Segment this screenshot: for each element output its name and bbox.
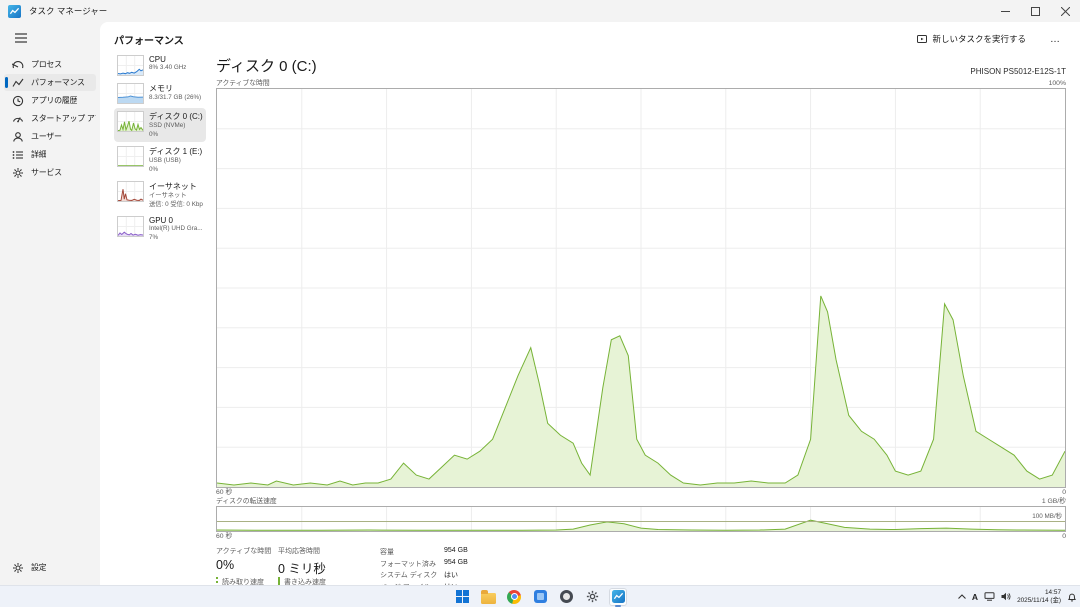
performance-list: CPU8% 3.40 GHz メモリ8.3/31.7 GB (26%) ディスク… — [114, 52, 206, 585]
sidebar-item-label: 詳細 — [31, 149, 46, 160]
sidebar-item-label: ユーザー — [31, 131, 62, 142]
selected-accent-bar — [5, 77, 8, 88]
active-time-stat-label: アクティブな時間 — [216, 546, 264, 556]
run-new-task-label: 新しいタスクを実行する — [932, 33, 1026, 45]
detail-title: ディスク 0 (C:) — [216, 55, 317, 76]
sidebar-item-services[interactable]: サービス — [4, 164, 96, 181]
taskbar: A 14:57 2025/11/14 (金) — [0, 585, 1080, 607]
start-button[interactable] — [453, 588, 471, 606]
sidebar-item-app-history[interactable]: アプリの履歴 — [4, 92, 96, 109]
tray-chevron-up-icon[interactable] — [958, 594, 966, 599]
transfer-reference-line — [217, 521, 1065, 522]
active-time-max-label: 100% — [1049, 80, 1066, 87]
avg-response-value: 0 ミリ秒 — [278, 558, 326, 577]
transfer-rate-chart: 100 MB/秒 — [216, 506, 1066, 532]
settings-gear-icon — [12, 562, 24, 574]
disk-detail-panel: ディスク 0 (C:) PHISON PS5012-E12S-1T アクティブな… — [216, 52, 1066, 585]
ime-indicator[interactable]: A — [972, 592, 978, 602]
windows-logo-icon — [456, 590, 469, 603]
tray-date: 2025/11/14 (金) — [1017, 597, 1061, 605]
perf-card-ethernet[interactable]: イーサネットイーサネット送信: 0 受信: 0 Kbps — [114, 178, 206, 212]
tray-time: 14:57 — [1017, 589, 1061, 597]
app-button-blue[interactable] — [531, 588, 549, 606]
active-time-chart — [216, 88, 1066, 488]
sidebar: プロセス パフォーマンス アプリの履歴 スタートアップ アプリ ユーザー — [0, 22, 100, 585]
app-button-ring[interactable] — [557, 588, 575, 606]
disk0-spark-chart — [117, 111, 144, 132]
close-button[interactable] — [1050, 0, 1080, 22]
blue-app-icon — [534, 590, 547, 603]
memory-spark-chart — [117, 83, 144, 104]
sidebar-item-label: アプリの履歴 — [31, 95, 77, 106]
disk1-spark-chart — [117, 146, 144, 167]
transfer-reference-label: 100 MB/秒 — [1032, 511, 1062, 520]
content-panel: パフォーマンス 新しいタスクを実行する … CPU8% 3.40 GHz — [100, 22, 1080, 585]
run-task-icon — [917, 34, 927, 44]
chrome-button[interactable] — [505, 588, 523, 606]
titlebar: タスク マネージャー — [0, 0, 1080, 22]
run-new-task-button[interactable]: 新しいタスクを実行する — [911, 30, 1032, 48]
folder-icon — [481, 593, 496, 604]
users-icon — [12, 131, 24, 143]
sidebar-item-performance[interactable]: パフォーマンス — [4, 74, 96, 91]
volume-icon[interactable] — [1001, 592, 1011, 601]
more-options-button[interactable]: … — [1044, 34, 1066, 45]
perf-card-cpu[interactable]: CPU8% 3.40 GHz — [114, 52, 206, 79]
network-icon[interactable] — [984, 592, 995, 601]
sidebar-item-label: スタートアップ アプリ — [31, 113, 96, 124]
performance-icon — [12, 77, 24, 89]
ring-app-icon — [560, 590, 573, 603]
active-time-chart-label: アクティブな時間 — [216, 77, 270, 87]
perf-card-memory[interactable]: メモリ8.3/31.7 GB (26%) — [114, 80, 206, 107]
perf-card-disk1[interactable]: ディスク 1 (E:)USB (USB)0% — [114, 143, 206, 177]
task-manager-logo-icon — [8, 5, 21, 18]
app-history-icon — [12, 95, 24, 107]
perf-card-disk0[interactable]: ディスク 0 (C:)SSD (NVMe)0% — [114, 108, 206, 142]
transfer-max-label: 1 GB/秒 — [1042, 495, 1066, 505]
page-title: パフォーマンス — [114, 32, 184, 47]
sidebar-item-settings[interactable]: 設定 — [4, 559, 96, 576]
task-manager-window: タスク マネージャー プロセス パフォーマンス アプリの履歴 — [0, 0, 1080, 607]
file-explorer-button[interactable] — [479, 588, 497, 606]
disk-stats: アクティブな時間 0% 読み取り速度 0 KB/秒 平均応答時間 0 — [216, 546, 1066, 585]
read-speed-label: 読み取り速度 — [222, 577, 264, 585]
settings-app-button[interactable] — [583, 588, 601, 606]
notifications-bell-icon[interactable] — [1067, 592, 1077, 602]
task-manager-taskbar-button[interactable] — [609, 588, 627, 606]
minimize-button[interactable] — [990, 0, 1020, 22]
disk-info-table: 容量954 GB フォーマット済み954 GB システム ディスクはい ページ … — [380, 547, 484, 585]
avg-response-label: 平均応答時間 — [278, 546, 326, 556]
maximize-button[interactable] — [1020, 0, 1050, 22]
sidebar-item-details[interactable]: 詳細 — [4, 146, 96, 163]
details-icon — [12, 149, 24, 161]
chrome-icon — [507, 590, 521, 604]
hamburger-menu-button[interactable] — [10, 28, 32, 48]
transfer-min-label: 0 — [1062, 533, 1066, 540]
taskbar-clock[interactable]: 14:57 2025/11/14 (金) — [1017, 589, 1061, 605]
processes-icon — [12, 59, 24, 71]
sidebar-item-users[interactable]: ユーザー — [4, 128, 96, 145]
services-icon — [12, 167, 24, 179]
gpu-spark-chart — [117, 216, 144, 237]
sidebar-item-startup-apps[interactable]: スタートアップ アプリ — [4, 110, 96, 127]
sidebar-item-label: パフォーマンス — [31, 77, 85, 88]
write-speed-label: 書き込み速度 — [284, 577, 326, 585]
sidebar-item-label: プロセス — [31, 59, 62, 70]
sidebar-item-processes[interactable]: プロセス — [4, 56, 96, 73]
sidebar-item-label: 設定 — [31, 562, 46, 573]
device-name: PHISON PS5012-E12S-1T — [970, 67, 1066, 76]
ethernet-spark-chart — [117, 181, 144, 202]
sidebar-item-label: サービス — [31, 167, 62, 178]
gear-icon — [586, 590, 599, 603]
transfer-chart-label: ディスクの転送速度 — [216, 495, 277, 505]
perf-card-gpu[interactable]: GPU 0Intel(R) UHD Gra...7% — [114, 213, 206, 245]
cpu-spark-chart — [117, 55, 144, 76]
startup-apps-icon — [12, 113, 24, 125]
read-speed-block: 読み取り速度 0 KB/秒 — [216, 577, 264, 585]
write-speed-block: 書き込み速度 0 KB/秒 — [278, 577, 326, 585]
active-time-stat-value: 0% — [216, 558, 264, 572]
task-manager-icon — [612, 590, 625, 603]
window-title: タスク マネージャー — [29, 5, 107, 17]
